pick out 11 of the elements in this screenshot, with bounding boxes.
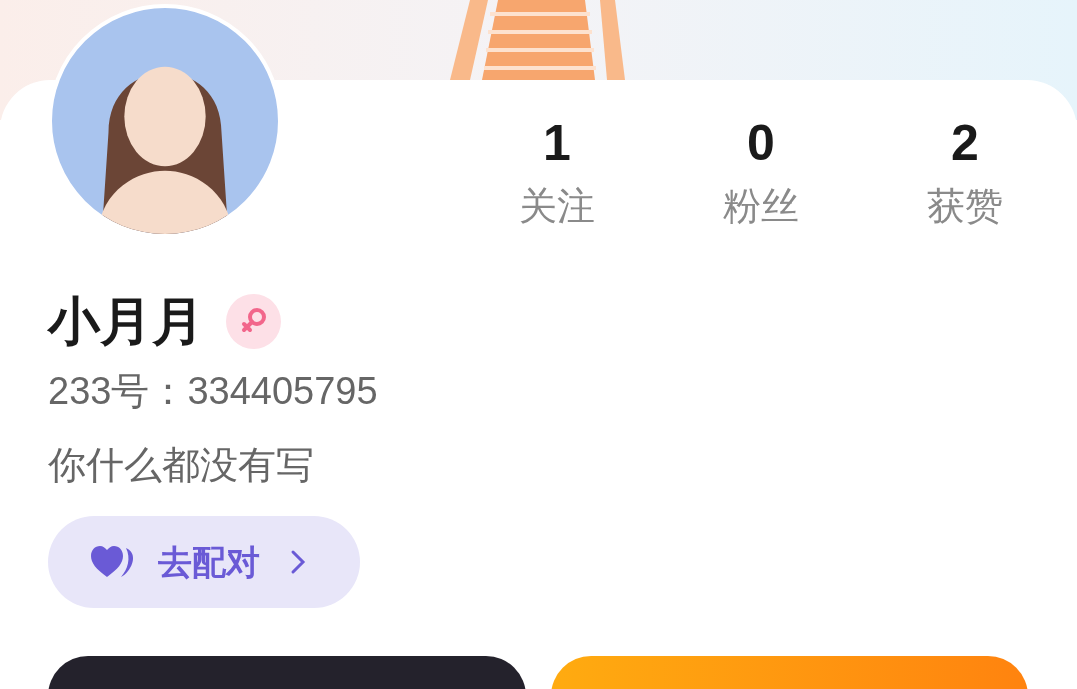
stat-label: 粉丝: [723, 184, 799, 229]
stat-label: 关注: [519, 184, 595, 229]
stat-count: 0: [747, 114, 775, 173]
pair-button[interactable]: 去配对: [48, 516, 360, 608]
stat-count: 1: [543, 114, 571, 173]
user-name: 小月月: [48, 291, 204, 352]
chevron-right-icon: [290, 549, 306, 575]
stat-count: 2: [951, 114, 979, 173]
user-id: 233号：334405795: [48, 369, 378, 414]
user-bio: 你什么都没有写: [48, 443, 314, 488]
stat-label: 获赞: [927, 184, 1003, 229]
